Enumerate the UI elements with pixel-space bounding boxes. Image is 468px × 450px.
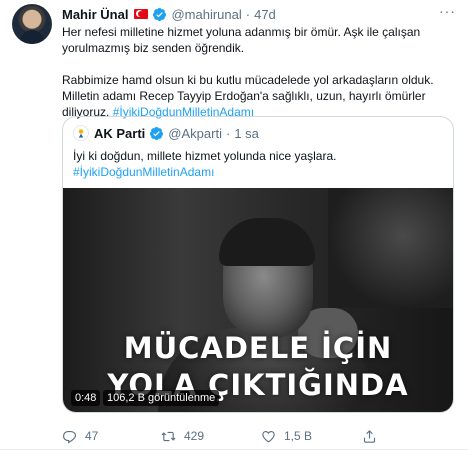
like-count: 1,5 B — [284, 429, 313, 443]
more-options-icon[interactable]: ··· — [439, 3, 456, 19]
video-background — [328, 188, 453, 308]
video-duration-badge: 0:48 — [71, 390, 101, 406]
quoted-tweet[interactable]: AK Parti @Akparti · 1 sa İyi ki doğdun, … — [62, 116, 454, 413]
retweet-count: 429 — [184, 429, 205, 443]
author-name[interactable]: Mahir Ünal — [62, 7, 128, 22]
video-frame-figure — [219, 218, 315, 266]
verified-badge-icon — [149, 126, 164, 141]
heart-icon — [262, 430, 275, 442]
verified-badge-icon — [152, 7, 167, 22]
tweet-text-line: Milletin adamı Recep Tayyip Erdoğan'a sa… — [62, 89, 426, 103]
tweet-actions: 47 429 1,5 B — [62, 426, 452, 446]
share-icon — [363, 429, 376, 443]
ak-parti-logo-icon[interactable] — [73, 125, 89, 141]
quoted-text-line: İyi ki doğdun, millete hizmet yolunda ni… — [73, 149, 337, 163]
hashtag-link[interactable]: #İyikiDoğdunMilletinAdamı — [73, 164, 443, 180]
tweet-timestamp[interactable]: 47d — [254, 7, 276, 22]
quoted-author-handle[interactable]: @Akparti — [168, 126, 222, 141]
reply-count: 47 — [85, 429, 99, 443]
reply-icon — [62, 430, 77, 444]
quoted-tweet-header: AK Parti @Akparti · 1 sa — [73, 125, 259, 141]
tweet-text-line: yorulmazmış biz senden öğrendik. — [62, 41, 245, 55]
quoted-tweet-timestamp[interactable]: 1 sa — [234, 126, 259, 141]
tweet[interactable]: Mahir Ünal @mahirunal · 47d ··· Her nefe… — [0, 0, 468, 450]
retweet-icon — [161, 431, 176, 441]
author-handle[interactable]: @mahirunal — [171, 7, 241, 22]
turkey-flag-icon — [134, 9, 149, 19]
tweet-text: Her nefesi milletine hizmet yoluna adanm… — [62, 24, 452, 120]
like-button[interactable]: 1,5 B — [261, 426, 312, 446]
video-player[interactable]: MÜCADELE İÇİN YOLA ÇIKTIĞINDA 0:48 106,2… — [63, 188, 453, 412]
separator-dot: · — [225, 125, 231, 141]
separator-dot: · — [245, 6, 251, 22]
tweet-text-line: Her nefesi milletine hizmet yoluna adanm… — [62, 25, 421, 39]
quoted-author-name[interactable]: AK Parti — [94, 126, 145, 141]
tweet-header: Mahir Ünal @mahirunal · 47d — [62, 5, 276, 23]
reply-button[interactable]: 47 — [62, 426, 98, 446]
tweet-text-line: Rabbimize hamd olsun ki bu kutlu mücadel… — [62, 73, 434, 87]
video-caption-line: MÜCADELE İÇİN — [123, 331, 393, 365]
video-views-badge: 106,2 B görüntülenme — [103, 390, 220, 406]
retweet-button[interactable]: 429 — [161, 426, 204, 446]
share-button[interactable] — [362, 426, 377, 446]
avatar[interactable] — [12, 4, 52, 44]
quoted-tweet-text: İyi ki doğdun, millete hizmet yolunda ni… — [73, 148, 443, 180]
